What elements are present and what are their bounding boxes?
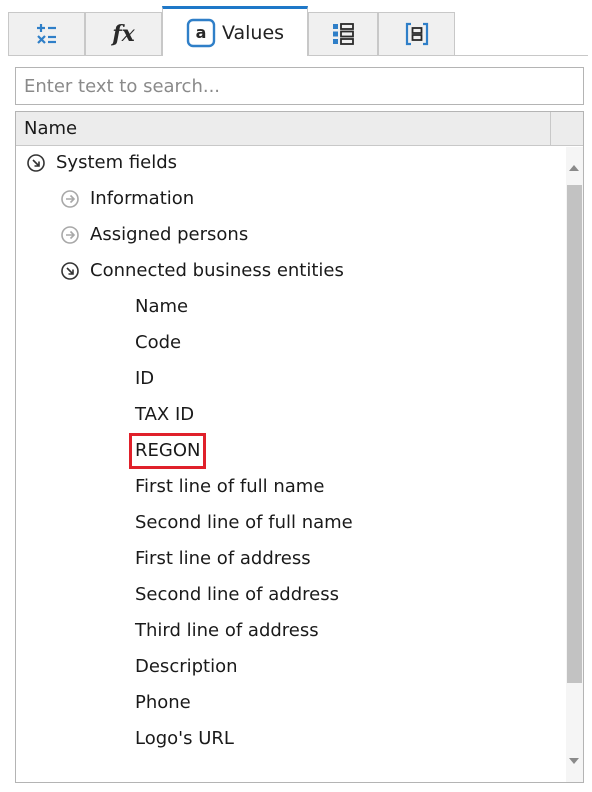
fx-icon: fx — [112, 21, 135, 47]
search-input[interactable] — [15, 67, 584, 105]
tree-leaf[interactable]: Code — [135, 326, 181, 360]
tab-operators[interactable] — [8, 12, 85, 55]
fields-grid: Name System fields Information Assigned … — [15, 111, 584, 783]
tree-leaf-label: TAX ID — [135, 404, 195, 425]
tree-leaf-label: Name — [135, 296, 189, 317]
tree-leaf-label: Code — [135, 332, 182, 353]
tree-leaf-label: Phone — [135, 692, 191, 713]
tree-leaf-label: Second line of full name — [135, 512, 353, 533]
operators-icon — [35, 22, 59, 46]
column-header-spacer — [551, 112, 583, 146]
tree-leaf[interactable]: Description — [135, 650, 238, 684]
scrollbar-thumb[interactable] — [567, 185, 582, 683]
tree-leaf-label: First line of address — [135, 548, 311, 569]
svg-text:a: a — [196, 23, 207, 42]
tree-list: System fields Information Assigned perso… — [16, 146, 551, 782]
tree-node-label: Assigned persons — [90, 224, 249, 245]
tree-leaf[interactable]: Second line of address — [135, 578, 339, 612]
tree-leaf[interactable]: Phone — [135, 686, 191, 720]
tree-leaf-label: ID — [135, 368, 155, 389]
tree-leaf-regon[interactable]: REGON — [128, 433, 207, 469]
at-value-icon: a — [186, 18, 216, 48]
tree-leaf-label: Third line of address — [135, 620, 319, 641]
tree-leaf[interactable]: Name — [135, 290, 188, 324]
tree-leaf[interactable]: Logo's URL — [135, 722, 234, 756]
tab-strip: fx a Values — [8, 6, 588, 56]
tree-node-label: Connected business entities — [90, 260, 344, 281]
tab-list[interactable] — [308, 12, 378, 55]
column-header-name[interactable]: Name — [16, 112, 551, 146]
tree-leaf[interactable]: First line of address — [135, 542, 311, 576]
tree-node-assigned-persons[interactable]: Assigned persons — [60, 218, 248, 252]
tab-values[interactable]: a Values — [162, 6, 308, 56]
tree-node-information[interactable]: Information — [60, 182, 194, 216]
tab-brackets[interactable] — [378, 12, 455, 55]
tab-functions[interactable]: fx — [85, 12, 162, 55]
tree-leaf-label: Logo's URL — [135, 728, 234, 749]
tree-node-label: Information — [90, 188, 195, 209]
tree-leaf[interactable]: ID — [135, 362, 154, 396]
highlighted-field-label: REGON — [128, 433, 207, 469]
tree-leaf[interactable]: Third line of address — [135, 614, 319, 648]
tree-node-system-fields[interactable]: System fields — [26, 146, 177, 180]
tab-values-label: Values — [221, 21, 285, 44]
tree-leaf[interactable]: Second line of full name — [135, 506, 353, 540]
scroll-down-icon[interactable] — [569, 758, 579, 764]
tree-leaf-label: Description — [135, 656, 238, 677]
expanded-arrow-icon[interactable] — [26, 152, 48, 174]
tree-leaf[interactable]: First line of full name — [135, 470, 324, 504]
tree-leaf-label: Second line of address — [135, 584, 339, 605]
tree-node-connected-business-entities[interactable]: Connected business entities — [60, 254, 344, 288]
vertical-scrollbar[interactable] — [566, 147, 583, 782]
scroll-up-icon[interactable] — [569, 165, 579, 171]
tree-leaf-label: First line of full name — [135, 476, 325, 497]
bracket-field-icon — [405, 22, 429, 46]
collapsed-arrow-icon[interactable] — [60, 188, 82, 210]
numbered-list-icon — [331, 22, 355, 46]
expanded-arrow-icon[interactable] — [60, 260, 82, 282]
tree-node-label: System fields — [56, 152, 178, 173]
collapsed-arrow-icon[interactable] — [60, 224, 82, 246]
tree-leaf[interactable]: TAX ID — [135, 398, 194, 432]
